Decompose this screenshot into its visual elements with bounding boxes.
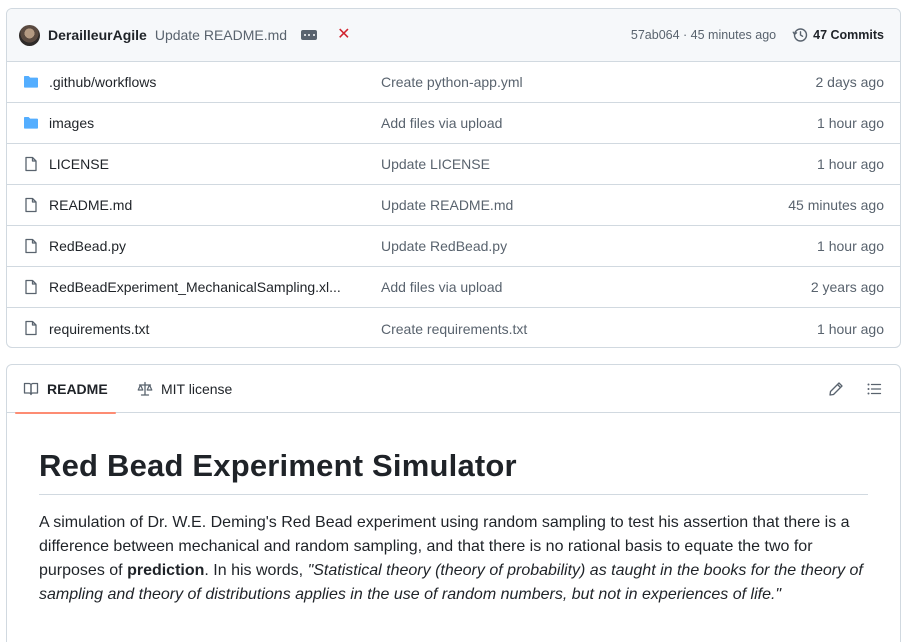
file-icon — [25, 279, 37, 295]
commits-count: 47 Commits — [813, 28, 884, 42]
readme-tabs: README MIT license — [7, 365, 900, 414]
dot-icon — [312, 34, 315, 36]
file-icon — [25, 320, 37, 336]
file-commit-message[interactable]: Create python-app.yml — [381, 74, 523, 90]
file-commit-message[interactable]: Update RedBead.py — [381, 238, 507, 254]
file-commit-message[interactable]: Add files via upload — [381, 279, 502, 295]
tab-readme[interactable]: README — [15, 365, 116, 414]
check-failed-icon[interactable]: ✕ — [337, 27, 350, 43]
table-row[interactable]: LICENSE Update LICENSE 1 hour ago — [7, 144, 900, 185]
file-commit-age: 45 minutes ago — [788, 197, 884, 213]
file-name-link[interactable]: RedBead.py — [49, 238, 354, 254]
commit-details-button[interactable] — [301, 30, 318, 40]
file-icon — [25, 238, 37, 254]
tab-readme-label: README — [47, 381, 108, 397]
readme-panel: README MIT license Red Bead Experiment S… — [6, 364, 901, 642]
file-commit-age: 1 hour ago — [817, 320, 884, 337]
para-text-2: . In his words, — [204, 562, 308, 580]
table-row[interactable]: images Add files via upload 1 hour ago — [7, 103, 900, 144]
file-commit-message[interactable]: Update README.md — [381, 197, 513, 213]
para-bold: prediction — [127, 562, 205, 580]
dot-icon — [308, 34, 311, 36]
tab-license[interactable]: MIT license — [129, 365, 240, 413]
commit-meta[interactable]: 57ab064 · 45 minutes ago — [631, 28, 776, 42]
list-icon — [867, 383, 882, 395]
tab-license-label: MIT license — [161, 381, 233, 397]
readme-paragraph: A simulation of Dr. W.E. Deming's Red Be… — [39, 511, 868, 607]
file-name-link[interactable]: images — [49, 115, 354, 131]
file-browser: DerailleurAgile Update README.md ✕ 57ab0… — [6, 8, 901, 348]
file-commit-age: 1 hour ago — [817, 115, 884, 131]
table-row[interactable]: RedBead.py Update RedBead.py 1 hour ago — [7, 226, 900, 267]
readme-title: Red Bead Experiment Simulator — [39, 447, 868, 496]
file-list: .github/workflows Create python-app.yml 2 … — [7, 62, 900, 347]
dot-icon — [303, 34, 306, 36]
file-name-link[interactable]: README.md — [49, 197, 354, 213]
latest-commit-bar: DerailleurAgile Update README.md ✕ 57ab0… — [7, 9, 900, 62]
file-name-link[interactable]: requirements.txt — [49, 321, 354, 337]
file-icon — [25, 156, 37, 172]
file-commit-age: 1 hour ago — [817, 238, 884, 254]
table-row[interactable]: .github/workflows Create python-app.yml 2 … — [7, 62, 900, 103]
file-commit-age: 1 hour ago — [817, 156, 884, 172]
edit-readme-button[interactable] — [826, 379, 846, 399]
file-commit-age: 2 days ago — [815, 74, 885, 90]
book-icon — [23, 382, 39, 396]
table-row[interactable]: RedBeadExperiment_MechanicalSampling.xl.… — [7, 267, 900, 308]
file-commit-age: 2 years ago — [810, 279, 884, 295]
file-name-link[interactable]: .github/workflows — [49, 74, 354, 90]
folder-icon — [24, 76, 38, 88]
commit-message[interactable]: Update README.md — [155, 27, 287, 43]
file-commit-message[interactable]: Create requirements.txt — [381, 321, 527, 337]
history-icon — [792, 28, 808, 42]
folder-icon — [24, 117, 38, 129]
author-avatar[interactable] — [19, 24, 40, 46]
file-name-link[interactable]: LICENSE — [49, 156, 354, 172]
outline-button[interactable] — [864, 379, 884, 399]
readme-content: Red Bead Experiment Simulator A simulati… — [7, 413, 900, 607]
file-commit-message[interactable]: Add files via upload — [381, 115, 502, 131]
law-icon — [137, 381, 153, 396]
pencil-icon — [829, 382, 843, 396]
commit-author[interactable]: DerailleurAgile — [48, 27, 147, 43]
table-row[interactable]: README.md Update README.md 45 minutes ago — [7, 185, 900, 226]
table-row[interactable]: requirements.txt Create requirements.txt 1… — [7, 308, 900, 347]
file-icon — [25, 197, 37, 213]
file-name-link[interactable]: RedBeadExperiment_MechanicalSampling.xl.… — [49, 279, 354, 295]
commits-history-link[interactable]: 47 Commits — [792, 27, 884, 43]
file-commit-message[interactable]: Update LICENSE — [381, 156, 490, 172]
